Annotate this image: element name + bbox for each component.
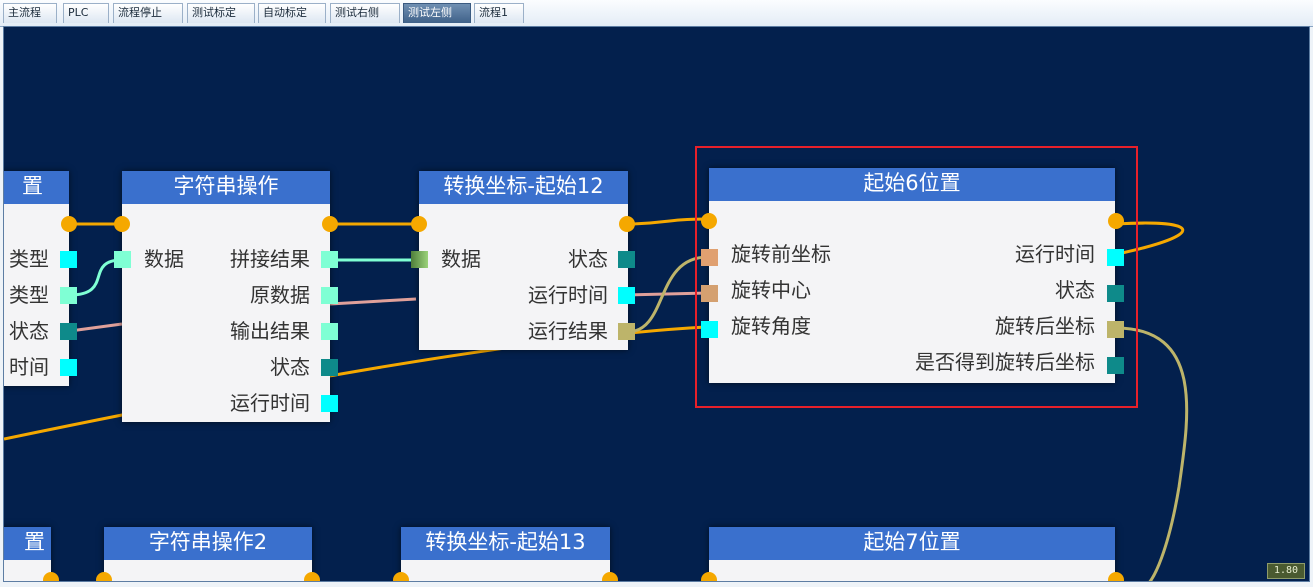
node-string-operation[interactable]: 字符串操作 数据 拼接结果 原数据 输出结果 状态 运行时间 bbox=[122, 171, 330, 422]
node-partial-left[interactable]: 置 类型 类型 状态 时间 bbox=[4, 171, 69, 386]
input-port[interactable] bbox=[114, 251, 131, 268]
output-port[interactable] bbox=[618, 323, 635, 340]
node-title: 字符串操作 bbox=[122, 171, 330, 204]
output-port[interactable] bbox=[618, 251, 635, 268]
node-title: 字符串操作2 bbox=[104, 527, 312, 560]
tab-main-flow[interactable]: 主流程 bbox=[3, 3, 57, 23]
output-label: 时间 bbox=[9, 355, 49, 379]
flow-in-pin[interactable] bbox=[393, 572, 409, 581]
node-string-operation-2[interactable]: 字符串操作2 bbox=[104, 527, 312, 581]
flow-out-pin[interactable] bbox=[304, 572, 320, 581]
tab-test-left[interactable]: 测试左侧 bbox=[403, 3, 471, 23]
output-port[interactable] bbox=[321, 395, 338, 412]
output-label: 运行时间 bbox=[230, 391, 310, 415]
output-label: 状态 bbox=[568, 247, 608, 271]
node-convert-coordinate-12[interactable]: 转换坐标-起始12 数据 状态 运行时间 运行结果 bbox=[419, 171, 628, 350]
output-label: 状态 bbox=[270, 355, 310, 379]
wire-salmon-2 bbox=[329, 297, 417, 306]
flow-in-pin[interactable] bbox=[701, 572, 717, 581]
input-port[interactable] bbox=[411, 251, 428, 268]
tab-test-right[interactable]: 测试右侧 bbox=[330, 3, 400, 23]
output-port[interactable] bbox=[321, 287, 338, 304]
output-label: 原数据 bbox=[250, 283, 310, 307]
output-label: 运行结果 bbox=[528, 319, 608, 343]
output-port[interactable] bbox=[60, 287, 77, 304]
node-start-7-position[interactable]: 起始7位置 bbox=[709, 527, 1115, 581]
zoom-level-indicator: 1.80 bbox=[1267, 563, 1305, 579]
output-port[interactable] bbox=[60, 251, 77, 268]
output-label: 类型 bbox=[9, 283, 49, 307]
flow-in-pin[interactable] bbox=[96, 572, 112, 581]
flow-tab-bar: 主流程 PLC 流程停止 测试标定 自动标定 测试右侧 测试左侧 流程1 bbox=[0, 0, 1313, 27]
node-title: 转换坐标-起始13 bbox=[401, 527, 610, 560]
tab-test-calibration[interactable]: 测试标定 bbox=[187, 3, 255, 23]
tab-auto-calibration[interactable]: 自动标定 bbox=[258, 3, 326, 23]
node-partial-bottom-left[interactable]: 置 bbox=[4, 527, 51, 581]
flow-out-pin[interactable] bbox=[602, 572, 618, 581]
flow-in-pin[interactable] bbox=[411, 216, 427, 232]
node-title: 起始7位置 bbox=[709, 527, 1115, 560]
output-port[interactable] bbox=[321, 251, 338, 268]
output-port[interactable] bbox=[321, 323, 338, 340]
output-label: 拼接结果 bbox=[230, 247, 310, 271]
tab-plc[interactable]: PLC bbox=[63, 3, 109, 23]
tab-flow-1[interactable]: 流程1 bbox=[474, 3, 524, 23]
selection-highlight bbox=[695, 146, 1138, 408]
output-label: 输出结果 bbox=[230, 319, 310, 343]
flow-canvas[interactable]: 置 类型 类型 状态 时间 字符串操作 数据 拼接结果 原数据 输出结果 状态 … bbox=[3, 26, 1310, 582]
output-port[interactable] bbox=[618, 287, 635, 304]
output-port[interactable] bbox=[60, 359, 77, 376]
node-convert-coordinate-13[interactable]: 转换坐标-起始13 bbox=[401, 527, 610, 581]
tab-flow-stop[interactable]: 流程停止 bbox=[113, 3, 183, 23]
flow-out-pin[interactable] bbox=[322, 216, 338, 232]
node-title: 转换坐标-起始12 bbox=[419, 171, 628, 204]
output-label: 类型 bbox=[9, 247, 49, 271]
output-label: 状态 bbox=[9, 319, 49, 343]
output-port[interactable] bbox=[60, 323, 77, 340]
flow-out-pin[interactable] bbox=[43, 572, 59, 581]
flow-out-pin[interactable] bbox=[619, 216, 635, 232]
output-label: 运行时间 bbox=[528, 283, 608, 307]
input-label: 数据 bbox=[144, 247, 184, 271]
node-title: 置 bbox=[4, 171, 69, 204]
wire-salmon-1 bbox=[69, 322, 123, 333]
flow-out-pin[interactable] bbox=[61, 216, 77, 232]
output-port[interactable] bbox=[321, 359, 338, 376]
flow-in-pin[interactable] bbox=[114, 216, 130, 232]
node-title: 置 bbox=[4, 527, 51, 560]
flow-out-pin[interactable] bbox=[1108, 572, 1124, 581]
input-label: 数据 bbox=[441, 247, 481, 271]
